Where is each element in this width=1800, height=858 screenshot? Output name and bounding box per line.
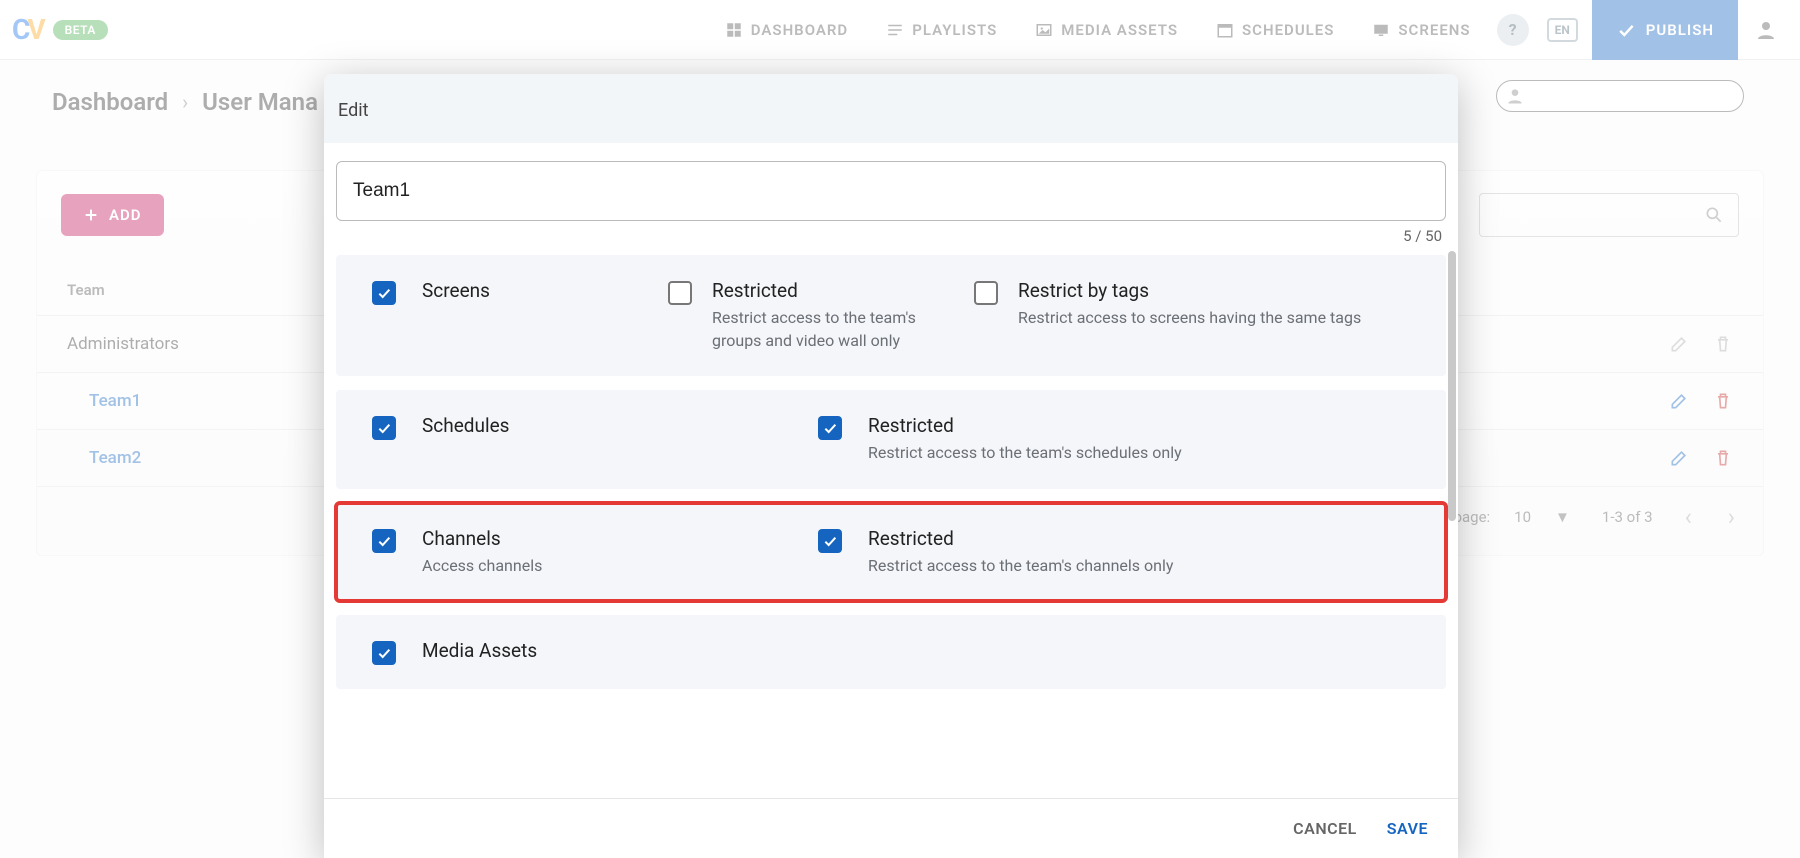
team-name-input[interactable] — [336, 161, 1446, 221]
perm-opt-sub: Restrict access to the team's groups and… — [712, 306, 948, 352]
scrollbar[interactable] — [1448, 251, 1456, 521]
cancel-button[interactable]: CANCEL — [1293, 819, 1357, 838]
perm-title: Channels — [422, 527, 792, 550]
char-count: 5 / 50 — [336, 221, 1446, 255]
save-button[interactable]: SAVE — [1387, 819, 1428, 838]
perm-opt-title: Restrict by tags — [1018, 279, 1361, 302]
checkbox-screens-restricted[interactable] — [668, 281, 692, 305]
perm-opt-sub: Restrict access to the team's schedules … — [868, 441, 1182, 464]
perm-title: Media Assets — [422, 639, 537, 662]
perm-channels: Channels Access channels Restricted Rest… — [336, 503, 1446, 601]
perm-opt-title: Restricted — [712, 279, 948, 302]
checkbox-schedules-restricted[interactable] — [818, 416, 842, 440]
checkbox-channels[interactable] — [372, 529, 396, 553]
perm-opt-sub: Restrict access to the team's channels o… — [868, 554, 1173, 577]
checkbox-screens[interactable] — [372, 281, 396, 305]
checkbox-screens-restrict-tags[interactable] — [974, 281, 998, 305]
checkbox-media-assets[interactable] — [372, 641, 396, 665]
perm-opt-title: Restricted — [868, 414, 1182, 437]
checkbox-schedules[interactable] — [372, 416, 396, 440]
perm-media-assets: Media Assets — [336, 615, 1446, 689]
perm-title: Schedules — [422, 414, 792, 437]
modal-title: Edit — [324, 74, 1458, 143]
edit-team-modal: Edit 5 / 50 Screens Restricted Restrict … — [324, 74, 1458, 858]
perm-sub: Access channels — [422, 554, 792, 577]
perm-schedules: Schedules Restricted Restrict access to … — [336, 390, 1446, 488]
checkbox-channels-restricted[interactable] — [818, 529, 842, 553]
perm-opt-sub: Restrict access to screens having the sa… — [1018, 306, 1361, 329]
perm-title: Screens — [422, 279, 642, 302]
perm-opt-title: Restricted — [868, 527, 1173, 550]
perm-screens: Screens Restricted Restrict access to th… — [336, 255, 1446, 376]
